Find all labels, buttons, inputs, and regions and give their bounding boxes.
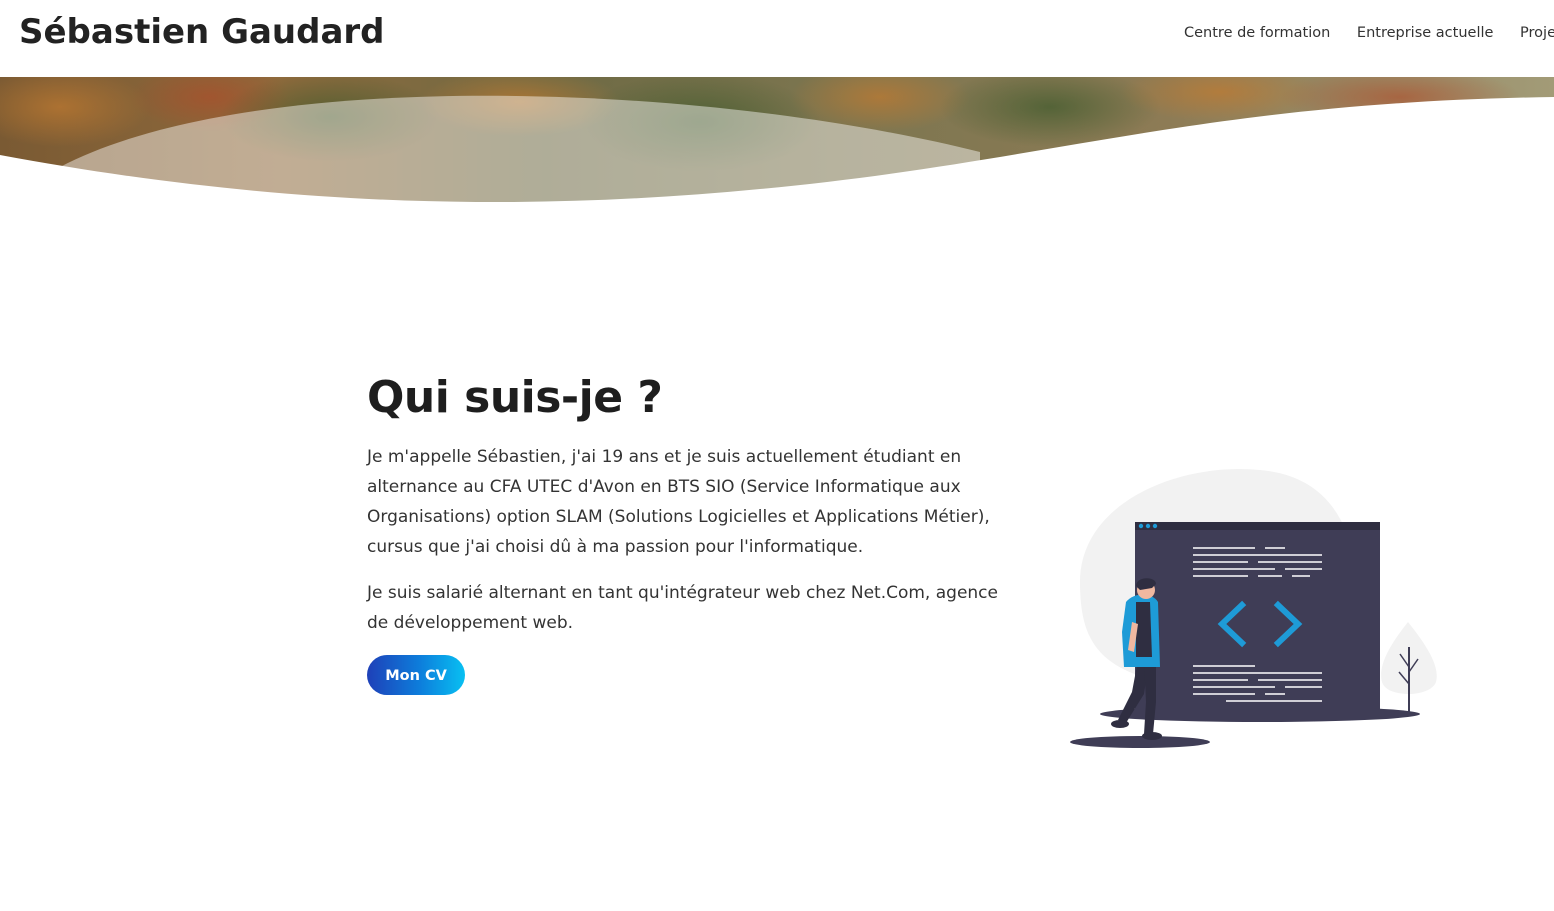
nav-link-centre-de-formation[interactable]: Centre de formation [1184,22,1330,44]
nav-link-entreprise-actuelle[interactable]: Entreprise actuelle [1357,22,1494,44]
about-title: Qui suis-je ? [367,372,663,423]
about-paragraph-job: Je suis salarié alternant en tant qu'int… [367,583,998,633]
brand-link[interactable]: Sébastien Gaudard [19,10,385,54]
cv-button[interactable]: Mon CV [367,655,465,695]
hero-landscape-image [0,77,1554,202]
about-paragraph-intro: Je m'appelle Sébastien, j'ai 19 ans et j… [367,447,990,557]
nav-links: Centre de formation Entreprise actuelle … [1184,22,1554,44]
hero-banner [0,77,1554,202]
developer-illustration [1070,468,1437,748]
nav-link-projets[interactable]: Projets [1520,22,1554,44]
navbar: Sébastien Gaudard Centre de formation En… [0,0,1554,77]
page: Sébastien Gaudard Centre de formation En… [0,0,1554,911]
